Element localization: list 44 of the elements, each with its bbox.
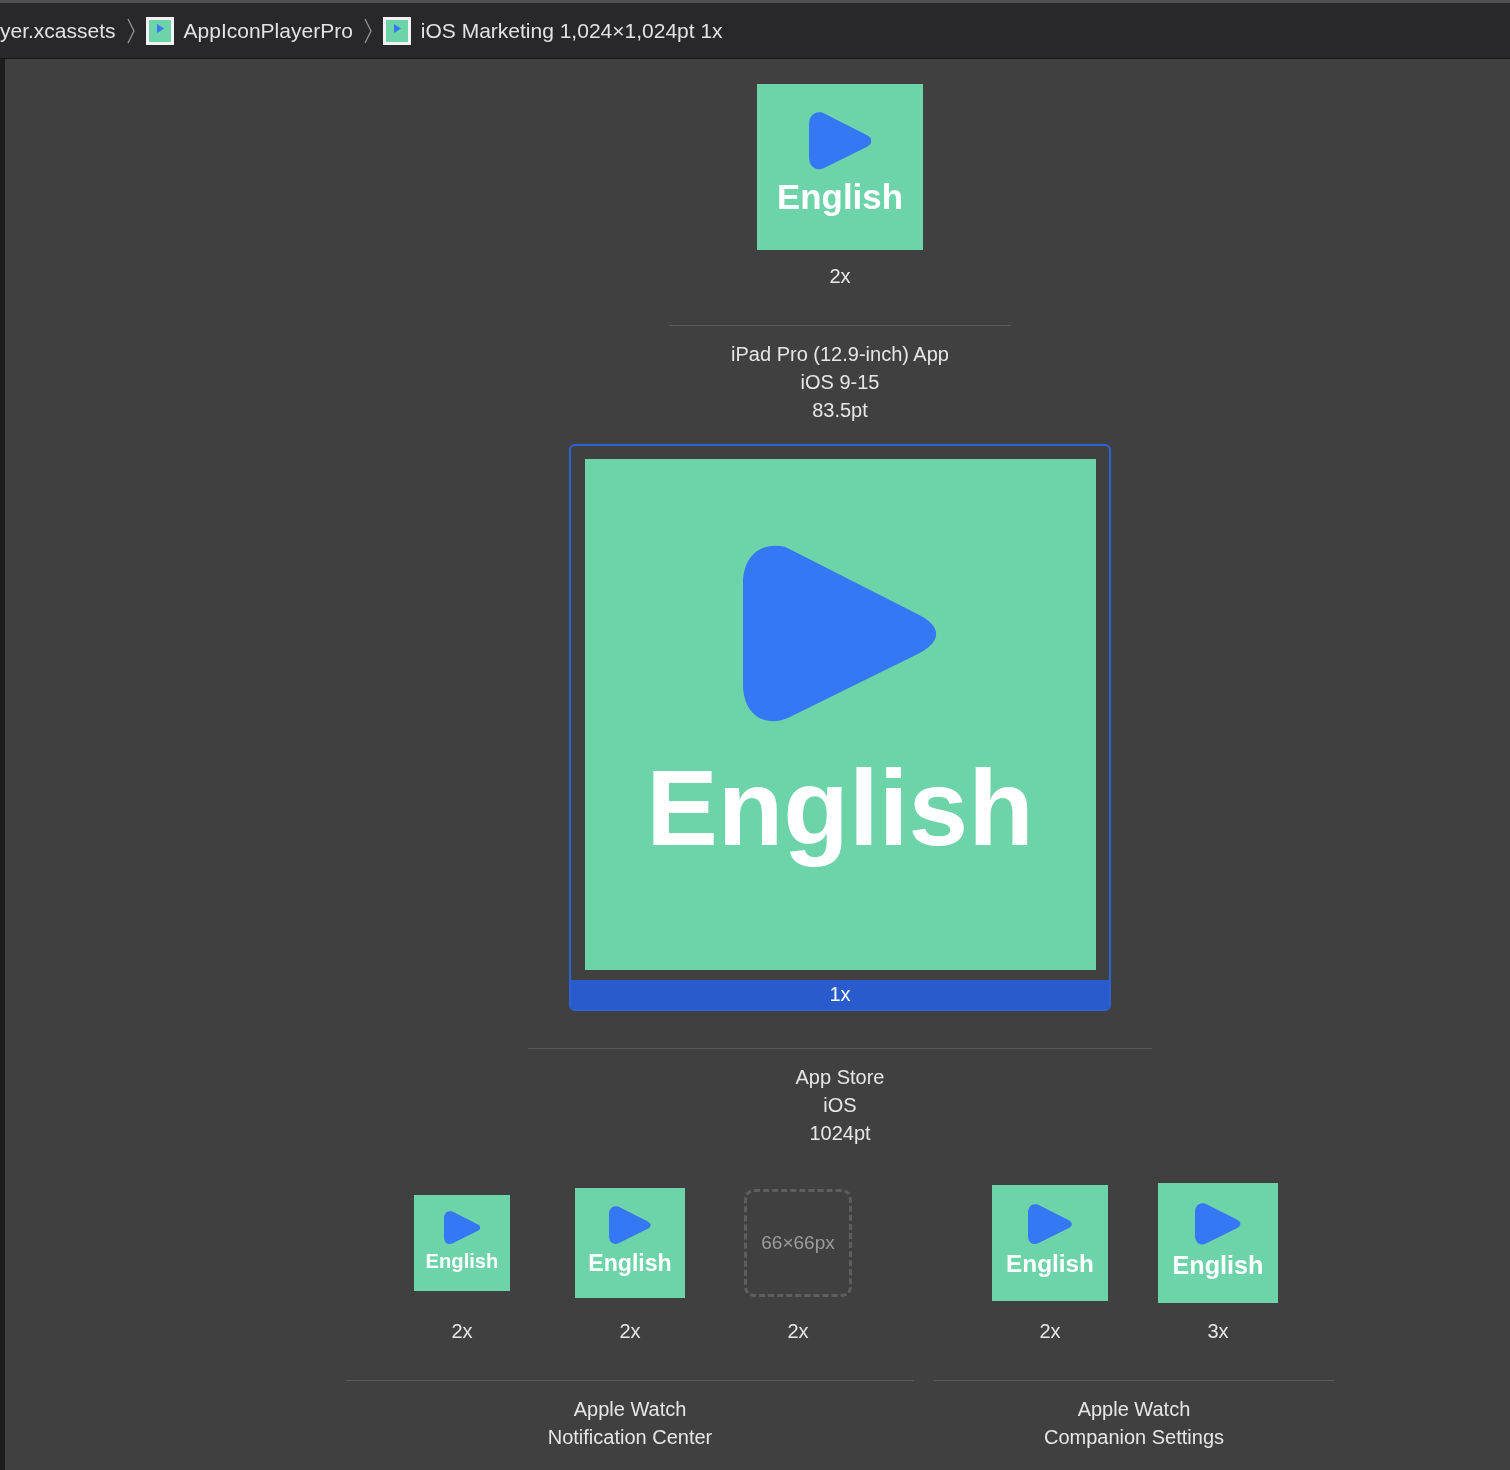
empty-icon-well[interactable]: 66×66px <box>744 1189 852 1297</box>
breadcrumb-item[interactable]: iOS Marketing 1,024×1,024pt 1x <box>420 16 723 45</box>
app-icon-image[interactable]: English <box>992 1185 1108 1301</box>
play-icon <box>808 111 872 170</box>
scale-label: 2x <box>619 1319 641 1344</box>
icon-label: English <box>777 180 903 216</box>
icon-label: English <box>425 1250 499 1271</box>
size-hint: 66×66px <box>761 1232 835 1254</box>
scale-label: 2x <box>787 1319 809 1344</box>
play-icon <box>743 544 937 723</box>
play-icon <box>1195 1203 1241 1245</box>
breadcrumb-item[interactable]: AppIconPlayerPro <box>183 16 353 45</box>
icon-label: English <box>588 1251 672 1275</box>
play-icon <box>609 1206 651 1245</box>
slot-caption: 83.5pt <box>811 398 869 423</box>
app-icon-image[interactable]: English <box>584 459 1096 970</box>
slot-caption: iOS <box>822 1093 858 1118</box>
icon-label: English <box>1172 1252 1264 1278</box>
slot-caption: 1024pt <box>808 1121 872 1146</box>
scale-label: 2x <box>829 264 851 289</box>
scale-label: 3x <box>1207 1319 1229 1344</box>
app-icon-image[interactable]: English <box>575 1188 685 1298</box>
chevron-icon <box>362 16 373 45</box>
app-icon-image[interactable]: English <box>414 1195 510 1291</box>
app-icon-thumbnail-icon <box>145 16 174 45</box>
slot-caption: iPad Pro (12.9-inch) App <box>731 342 949 367</box>
icon-label: English <box>1006 1252 1094 1277</box>
breadcrumb-item[interactable]: yer.xcassets <box>0 16 116 45</box>
app-icon-thumbnail-icon <box>382 16 411 45</box>
play-icon <box>1028 1204 1072 1245</box>
chevron-icon <box>125 16 136 45</box>
slot-caption: App Store <box>795 1065 885 1090</box>
slot-caption: Notification Center <box>547 1425 713 1450</box>
slot-caption: Companion Settings <box>1043 1425 1225 1450</box>
play-icon <box>443 1211 481 1245</box>
selected-slot-frame[interactable]: English 1x <box>569 444 1111 1011</box>
slot-caption: iOS 9-15 <box>799 370 881 395</box>
scale-label: 2x <box>1039 1319 1061 1344</box>
scale-label: 2x <box>451 1319 473 1344</box>
slot-caption: Apple Watch <box>572 1397 688 1422</box>
app-icon-image[interactable]: English <box>1158 1183 1278 1303</box>
scale-label: 1x <box>571 980 1109 1009</box>
slot-caption: Apple Watch <box>1076 1397 1192 1422</box>
app-icon-image[interactable]: English <box>757 84 923 250</box>
